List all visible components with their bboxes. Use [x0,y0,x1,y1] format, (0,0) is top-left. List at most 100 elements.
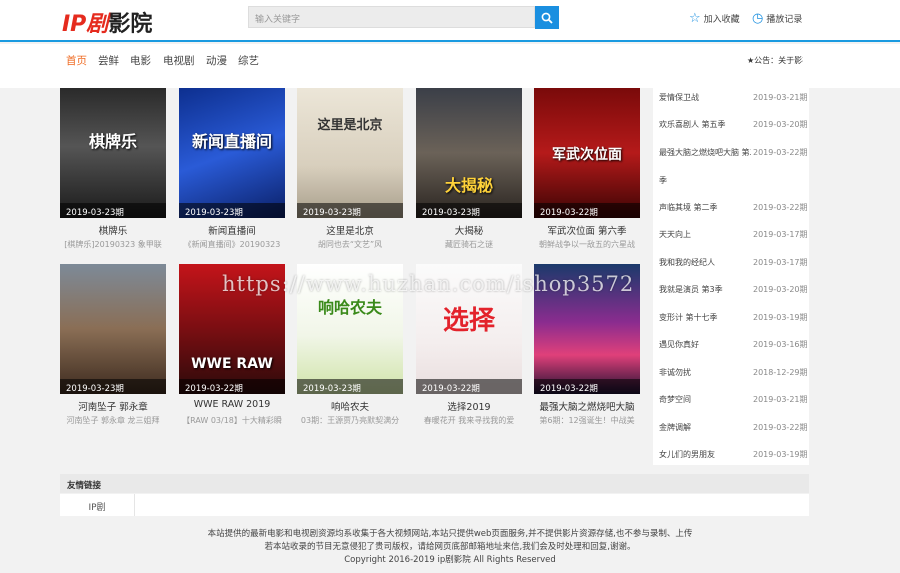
main-nav: 首页 尝鲜 电影 电视剧 动漫 综艺 ★公告：关于影视 [0,44,900,88]
footer-copyright: Copyright 2016-2019 ip剧影院 All Rights Res… [344,555,556,565]
list-item-title[interactable]: 金牌调解 [659,422,751,433]
site-logo[interactable]: IP剧影院 [62,6,152,38]
search-button[interactable] [535,6,559,29]
episode-date: 2019-03-23期 [60,203,166,218]
list-item-date: 2019-03-20期 [753,120,808,129]
poster-image[interactable]: 选择 2019-03-22期 [416,264,522,394]
poster-image[interactable]: 棋牌乐 2019-03-23期 [60,88,166,218]
poster-image[interactable]: 大揭秘 2019-03-23期 [416,88,522,218]
poster-text: WWE RAW [191,356,273,372]
video-card[interactable]: WWE RAW 2019-03-22期 WWE RAW 2019 【RAW 03… [179,264,285,438]
add-favorite-link[interactable]: ☆ 加入收藏 [689,12,740,25]
nav-item-anime[interactable]: 动漫 [206,53,227,68]
list-item-title[interactable]: 季 [659,175,751,186]
nav-item-variety[interactable]: 综艺 [238,53,259,68]
list-item-date: 2019-03-22期 [753,203,808,212]
episode-date: 2019-03-23期 [297,379,403,394]
poster-image[interactable]: 这里是北京 2019-03-23期 [297,88,403,218]
poster-image[interactable]: 军武次位面 2019-03-22期 [534,88,640,218]
video-card[interactable]: 2019-03-22期 最强大脑之燃烧吧大脑 第6期：12强诞生！中战美 [534,264,640,438]
poster-image[interactable]: 响哈农夫 2019-03-23期 [297,264,403,394]
list-item-date: 2019-03-22期 [753,148,808,157]
list-item-title[interactable]: 最强大脑之燃烧吧大脑 第二季 [659,147,751,158]
list-item-title[interactable]: 爱情保卫战 [659,92,751,103]
add-favorite-label: 加入收藏 [703,15,740,25]
card-desc: 第6期：12强诞生！中战美 [539,416,635,425]
list-item-date: 2019-03-19期 [753,313,808,322]
list-item-date: 2018-12-29期 [753,368,808,377]
video-card[interactable]: 2019-03-23期 河南坠子 郭永章 河南坠子 郭永章 龙三姐拜 [60,264,166,438]
list-item-title[interactable]: 天天向上 [659,229,751,240]
card-title[interactable]: WWE RAW 2019 [179,399,285,410]
card-title[interactable]: 新闻直播间 [179,223,285,237]
card-title[interactable]: 最强大脑之燃烧吧大脑 [534,399,640,413]
video-card[interactable]: 新闻直播间 2019-03-23期 新闻直播间 《新闻直播间》20190323 [179,88,285,262]
footer-disclaimer: 本站提供的最新电影和电视剧资源均系收集于各大视频网站,本站只提供web页面服务,… [207,529,693,539]
card-title[interactable]: 棋牌乐 [60,223,166,237]
video-card[interactable]: 大揭秘 2019-03-23期 大揭秘 藏匠骑石之谜 [416,88,522,262]
notice-ticker[interactable]: ★公告：关于影视 [747,55,803,66]
poster-text: 新闻直播间 [191,132,272,151]
poster-image[interactable]: 新闻直播间 2019-03-23期 [179,88,285,218]
logo-rest: 影院 [108,12,153,37]
nav-item-home[interactable]: 首页 [66,53,87,68]
poster-image[interactable]: WWE RAW 2019-03-22期 [179,264,285,394]
card-desc: 河南坠子 郭永章 龙三姐拜 [66,416,160,425]
play-history-link[interactable]: ◷ 播放记录 [752,12,802,25]
poster-text: 军武次位面 [552,147,622,163]
episode-date: 2019-03-22期 [416,379,522,394]
nav-item-preview[interactable]: 尝鲜 [98,53,119,68]
list-item-title[interactable]: 奇梦空间 [659,394,751,405]
list-item-title[interactable]: 欢乐喜剧人 第五季 [659,119,751,130]
search-icon [541,12,553,24]
video-card[interactable]: 选择 2019-03-22期 选择2019 春暖花开 我来寻找我的爱 [416,264,522,438]
video-card[interactable]: 军武次位面 2019-03-22期 军武次位面 第六季 朝鲜战争以一敌五的六星战 [534,88,640,262]
poster-image[interactable]: 2019-03-23期 [60,264,166,394]
episode-date: 2019-03-23期 [416,203,522,218]
card-title[interactable]: 这里是北京 [297,223,403,237]
video-card[interactable]: 这里是北京 2019-03-23期 这里是北京 胡同也去“文艺”风 [297,88,403,262]
list-item-date: 2019-03-22期 [753,423,808,432]
list-item-date: 2019-03-17期 [753,258,808,267]
episode-date: 2019-03-23期 [297,203,403,218]
list-item-date: 2019-03-21期 [753,395,808,404]
list-item-date: 2019-03-17期 [753,230,808,239]
list-item-date: 2019-03-16期 [753,340,808,349]
list-item-title[interactable]: 声临其境 第二季 [659,202,751,213]
list-item-title[interactable]: 女儿们的男朋友 [659,449,751,460]
episode-date: 2019-03-22期 [534,379,640,394]
video-card[interactable]: 响哈农夫 2019-03-23期 响哈农夫 03期：王源贾乃亮默契满分 [297,264,403,438]
card-desc: [棋牌乐]20190323 象甲联 [64,240,162,249]
list-item-title[interactable]: 非诚勿扰 [659,367,751,378]
friend-links-heading: 友情链接 [60,474,809,493]
list-item-date: 2019-03-20期 [753,285,808,294]
poster-text: 这里是北京 [317,118,383,133]
poster-image[interactable]: 2019-03-22期 [534,264,640,394]
video-card[interactable]: 棋牌乐 2019-03-23期 棋牌乐 [棋牌乐]20190323 象甲联 [60,88,166,262]
nav-item-movies[interactable]: 电影 [130,53,151,68]
list-item-date: 2019-03-19期 [753,450,808,459]
list-item-title[interactable]: 我就是演员 第3季 [659,284,751,295]
play-history-label: 播放记录 [766,15,803,25]
card-title[interactable]: 河南坠子 郭永章 [60,399,166,413]
list-item-title[interactable]: 遇见你真好 [659,339,751,350]
card-title[interactable]: 大揭秘 [416,223,522,237]
card-title[interactable]: 军武次位面 第六季 [534,223,640,237]
episode-date: 2019-03-22期 [179,379,285,394]
poster-text: 大揭秘 [444,176,493,195]
list-item-title[interactable]: 我和我的经纪人 [659,257,751,268]
card-desc: 藏匠骑石之谜 [445,240,493,249]
footer-copyright-notice: 若本站收录的节目无意侵犯了贵司版权，请给网页底部邮箱地址来信,我们会及时处理和回… [264,542,636,552]
card-title[interactable]: 选择2019 [416,399,522,413]
friend-link[interactable]: IP剧 [60,494,135,516]
poster-text: 响哈农夫 [317,298,382,317]
card-desc: 春暖花开 我来寻找我的爱 [423,416,515,425]
ranking-list: 爱情保卫战 2019-03-21期 欢乐喜剧人 第五季 2019-03-20期 最强… [653,88,809,465]
episode-date: 2019-03-23期 [179,203,285,218]
nav-item-tv[interactable]: 电视剧 [163,53,195,68]
card-desc: 胡同也去“文艺”风 [317,240,383,249]
list-item-title[interactable]: 变形计 第十七季 [659,312,751,323]
search-input[interactable]: 输入关键字 [248,6,535,28]
card-title[interactable]: 响哈农夫 [297,399,403,413]
poster-text: 选择 [442,306,495,336]
